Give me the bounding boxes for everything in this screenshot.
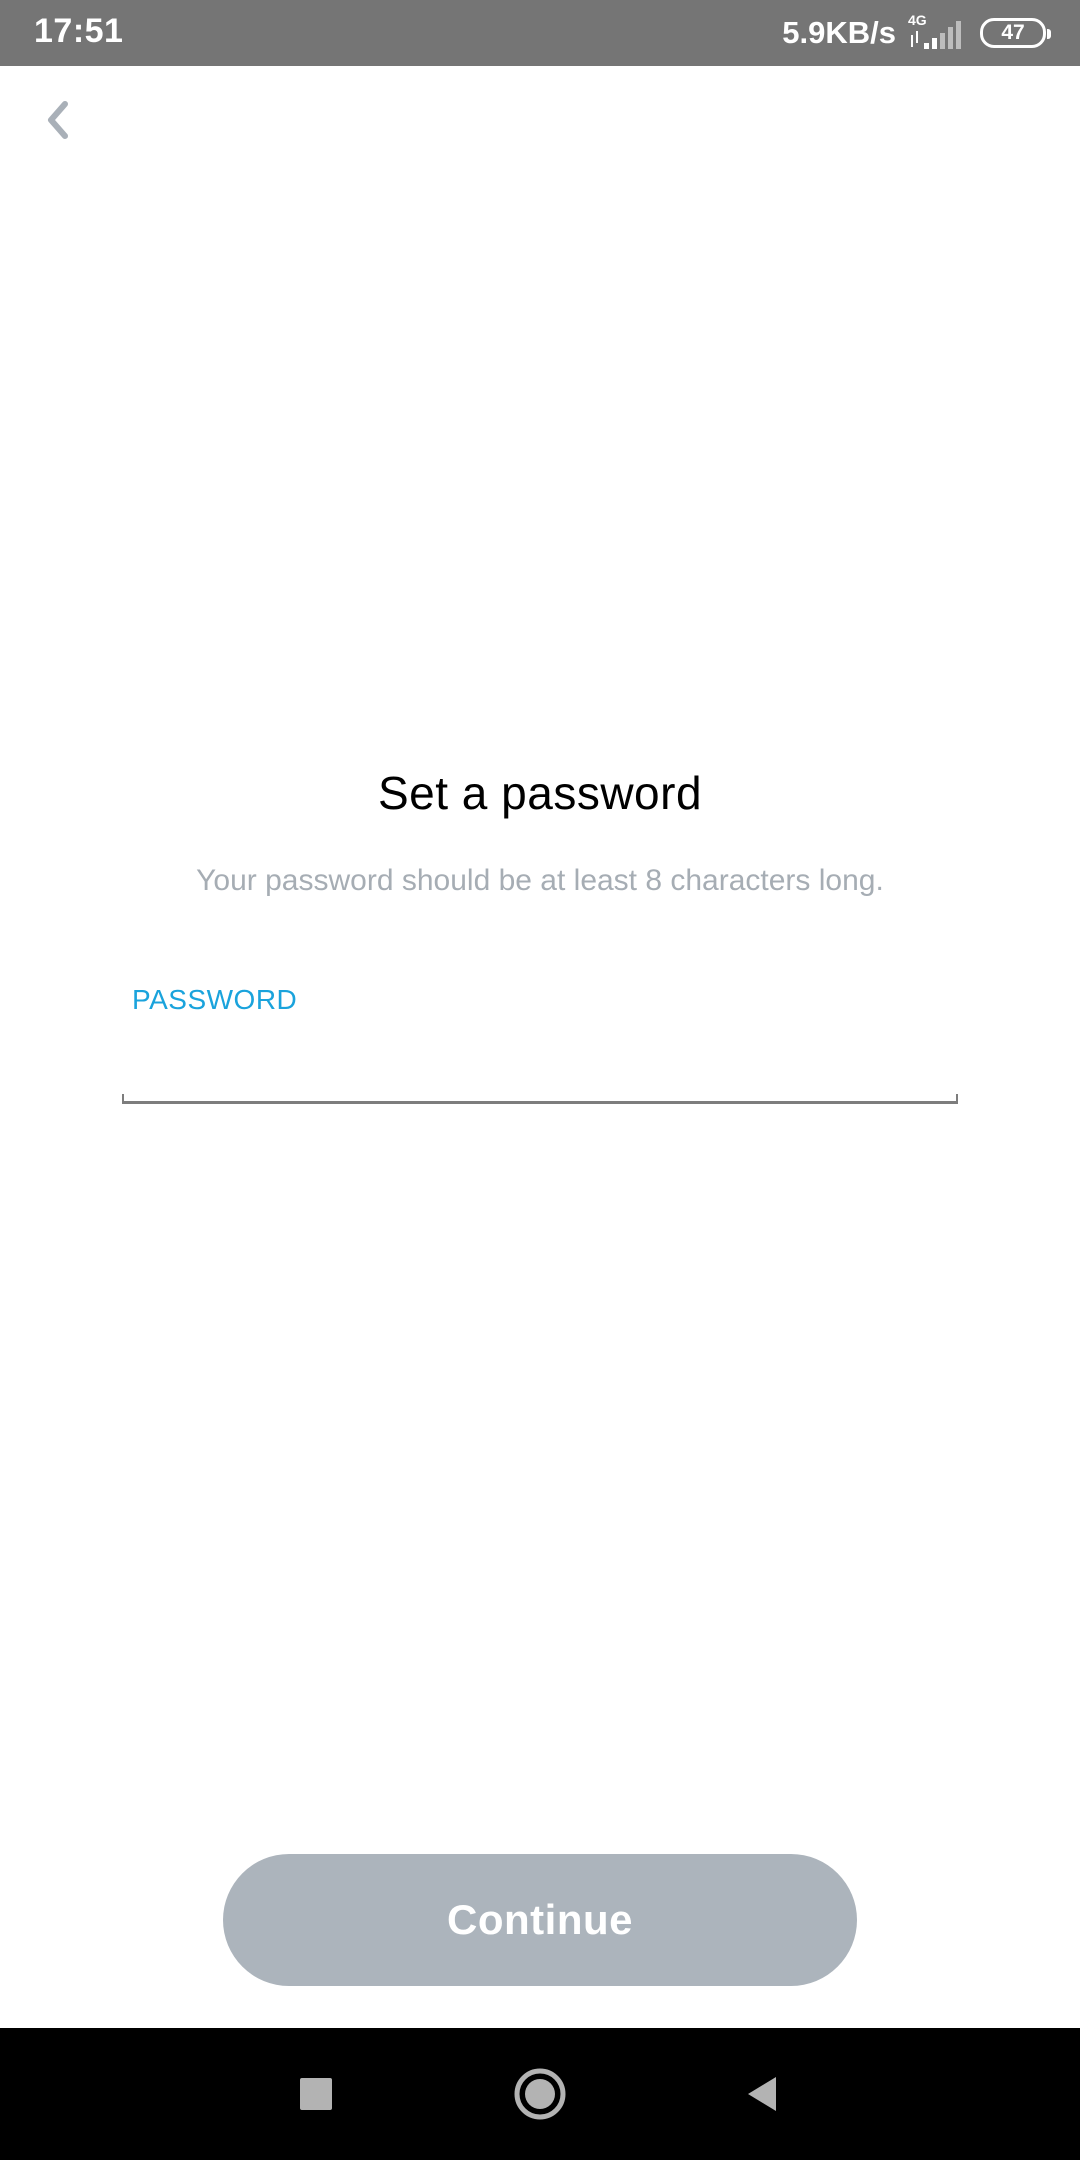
- password-underline: [122, 1094, 958, 1104]
- back-button[interactable]: [30, 92, 86, 148]
- status-bar: 17:51 5.9KB/s 4G 47: [0, 0, 1080, 66]
- password-label: PASSWORD: [132, 984, 298, 1015]
- network-speed: 5.9KB/s: [782, 15, 896, 50]
- home-button[interactable]: [510, 2064, 570, 2124]
- password-hint: Your password should be at least 8 chara…: [196, 864, 884, 897]
- recents-square-icon: [300, 2078, 332, 2110]
- password-input[interactable]: [122, 1040, 958, 1100]
- battery-icon: 47: [980, 18, 1051, 48]
- continue-button[interactable]: Continue: [223, 1854, 857, 1986]
- chevron-left-icon: [48, 101, 68, 139]
- nav-back-button[interactable]: [732, 2064, 792, 2124]
- battery-level: 47: [1001, 21, 1025, 44]
- battery-tip: [1047, 29, 1051, 39]
- home-circle-icon: [514, 2068, 566, 2120]
- signal-icon: 4G: [908, 13, 968, 53]
- status-time: 17:51: [34, 12, 124, 50]
- back-triangle-icon: [748, 2077, 776, 2111]
- recents-button[interactable]: [286, 2064, 346, 2124]
- navigation-bar: [0, 2028, 1080, 2160]
- status-indicators: 5.9KB/s 4G 47: [782, 10, 1051, 56]
- page-title: Set a password: [377, 767, 703, 819]
